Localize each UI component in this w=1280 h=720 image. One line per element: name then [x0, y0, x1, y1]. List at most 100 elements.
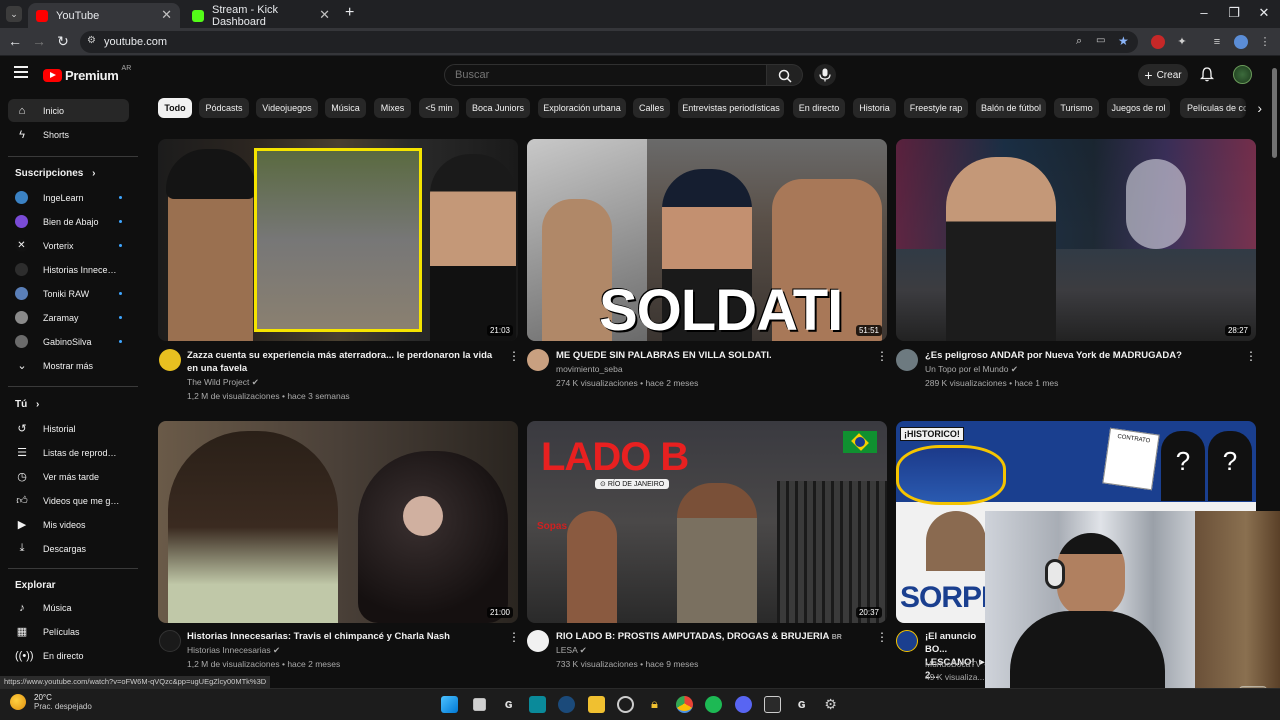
spotify-icon[interactable] [705, 696, 722, 713]
zoom-icon[interactable]: ⌕ [1076, 35, 1082, 48]
sidebar-item-movies[interactable]: ▦ Películas [8, 620, 129, 643]
settings-gear-icon[interactable]: ⚙ [822, 696, 839, 713]
search-input[interactable] [455, 69, 755, 81]
sidebar-item-subscription[interactable]: Zaramay [8, 306, 129, 329]
video-channel-name[interactable]: Un Topo por el Mundo ✔ [925, 362, 1018, 376]
browser-tab-kick[interactable]: Stream - Kick Dashboard ✕ [184, 3, 338, 28]
forward-icon[interactable]: → [30, 33, 48, 49]
subscriptions-heading[interactable]: Suscripciones › [15, 168, 95, 179]
chip-calles[interactable]: Calles [633, 98, 670, 118]
video-title[interactable]: Historias Innecesarias: Travis el chimpa… [187, 630, 497, 643]
reload-icon[interactable]: ↻ [54, 33, 72, 50]
search-box[interactable] [444, 64, 767, 86]
app-g2-icon[interactable]: ɢ [793, 696, 810, 713]
chip-under-5-min[interactable]: <5 min [419, 98, 459, 118]
video-channel-name[interactable]: movimiento_seba [556, 362, 623, 376]
channel-avatar[interactable] [896, 349, 918, 371]
chip-en-directo[interactable]: En directo [793, 98, 845, 118]
chip-turismo[interactable]: Turismo [1054, 98, 1099, 118]
epic-games-icon[interactable] [764, 696, 781, 713]
video-title[interactable]: RIO LADO B: PROSTIS AMPUTADAS, DROGAS & … [556, 630, 866, 644]
chip-freestyle-rap[interactable]: Freestyle rap [904, 98, 968, 118]
channel-avatar[interactable] [527, 349, 549, 371]
channel-avatar[interactable] [896, 630, 918, 652]
youtube-premium-logo[interactable]: Premium AR [43, 65, 131, 83]
minimize-icon[interactable]: – [1194, 5, 1214, 20]
channel-avatar[interactable] [159, 630, 181, 652]
hamburger-menu-icon[interactable] [14, 66, 28, 78]
file-explorer-icon[interactable] [588, 696, 605, 713]
extension-red-icon[interactable] [1151, 35, 1165, 49]
video-title[interactable]: ME QUEDE SIN PALABRAS EN VILLA SOLDATI. [556, 349, 866, 362]
sidebar-item-subscription[interactable]: GabinoSilva [8, 330, 129, 353]
chip-musica[interactable]: Música [325, 98, 366, 118]
steam-icon[interactable] [558, 696, 575, 713]
video-channel-name[interactable]: The Wild Project ✔ [187, 375, 259, 389]
sidebar-item-shorts[interactable]: ϟ Shorts [8, 123, 129, 146]
video-menu-icon[interactable]: ⋮ [876, 349, 888, 363]
chip-balon-de-futbol[interactable]: Balón de fútbol [976, 98, 1046, 118]
channel-avatar[interactable] [527, 630, 549, 652]
profile-avatar-icon[interactable] [1234, 35, 1248, 49]
video-title[interactable]: ¿Es peligroso ANDAR por Nueva York de MA… [925, 349, 1235, 362]
lock-app-icon[interactable]: 🔒︎ [646, 696, 663, 713]
sidebar-item-live[interactable]: ((•)) En directo [8, 644, 129, 667]
bookmark-star-icon[interactable]: ★ [1118, 34, 1129, 48]
sidebar-item-home[interactable]: ⌂ Inicio [8, 99, 129, 122]
reading-list-icon[interactable]: ≡ [1210, 35, 1224, 49]
chrome-icon[interactable] [676, 696, 693, 713]
scrollbar-thumb[interactable] [1272, 68, 1277, 158]
chip-peliculas[interactable]: Películas de co [1180, 98, 1246, 118]
sidebar-item-subscription[interactable]: IngeLearn [8, 186, 129, 209]
browser-menu-icon[interactable]: ⋮ [1258, 35, 1272, 49]
video-title[interactable]: Zazza cuenta su experiencia más aterrado… [187, 349, 497, 375]
app-teal-icon[interactable] [529, 696, 546, 713]
tab-search-button[interactable]: ⌄ [6, 6, 22, 22]
close-tab-icon[interactable]: ✕ [319, 7, 330, 23]
video-channel-name[interactable]: LESA ✔ [556, 643, 587, 657]
maximize-icon[interactable]: ❐ [1224, 5, 1244, 21]
video-thumbnail[interactable]: 21:03 [158, 139, 518, 341]
video-channel-name[interactable]: MundoBocaTV ✔ [925, 657, 991, 671]
chip-exploracion-urbana[interactable]: Exploración urbana [538, 98, 626, 118]
sidebar-item-my-videos[interactable]: ▶ Mis videos [8, 513, 129, 536]
chip-boca-juniors[interactable]: Boca Juniors [466, 98, 530, 118]
sidebar-item-music[interactable]: ♪ Música [8, 596, 129, 619]
sidebar-item-downloads[interactable]: ⤓ Descargas [8, 537, 129, 560]
notifications-bell-icon[interactable] [1199, 67, 1215, 85]
back-icon[interactable]: ← [6, 33, 24, 49]
sidebar-item-watch-later[interactable]: ◷ Ver más tarde [8, 465, 129, 488]
discord-icon[interactable] [735, 696, 752, 713]
browser-tab-youtube[interactable]: YouTube ✕ [28, 3, 180, 28]
video-thumbnail[interactable]: LADO B ⊙ RÍO DE JANEIRO Sopas & Caldos 2… [527, 421, 887, 623]
task-view-icon[interactable] [473, 698, 486, 711]
user-avatar[interactable] [1233, 65, 1252, 84]
channel-avatar[interactable] [159, 349, 181, 371]
app-g-icon[interactable]: ɢ [500, 696, 517, 713]
app-circle-icon[interactable] [617, 696, 634, 713]
address-bar[interactable]: ⚙ youtube.com ⌕ ▭ ★ [80, 31, 1138, 53]
you-heading[interactable]: Tú › [15, 399, 39, 410]
show-more-button[interactable]: ⌄ Mostrar más [8, 354, 129, 377]
search-button[interactable] [767, 64, 803, 86]
close-tab-icon[interactable]: ✕ [161, 7, 172, 23]
video-thumbnail[interactable]: 28:27 [896, 139, 1256, 341]
sidebar-item-subscription[interactable]: Bien de Abajo [8, 210, 129, 233]
extensions-puzzle-icon[interactable]: ✦ [1175, 35, 1189, 49]
sidebar-item-subscription[interactable]: Historias Innecesa... [8, 258, 129, 281]
chips-next-icon[interactable]: › [1240, 96, 1268, 120]
sidebar-item-liked[interactable]: 👍︎ Videos que me gus... [8, 489, 129, 512]
site-info-icon[interactable]: ⚙ [87, 35, 96, 46]
sidebar-item-history[interactable]: ↺ Historial [8, 417, 129, 440]
chip-videojuegos[interactable]: Videojuegos [256, 98, 318, 118]
video-menu-icon[interactable]: ⋮ [508, 630, 520, 644]
cast-icon[interactable]: ▭ [1096, 35, 1105, 46]
video-channel-name[interactable]: Historias Innecesarias ✔ [187, 643, 280, 657]
sidebar-item-subscription[interactable]: Toniki RAW [8, 282, 129, 305]
start-windows-icon[interactable] [441, 696, 458, 713]
video-thumbnail[interactable]: 21:00 [158, 421, 518, 623]
chip-juegos-de-rol[interactable]: Juegos de rol [1107, 98, 1170, 118]
chip-historia[interactable]: Historia [853, 98, 896, 118]
new-tab-button[interactable]: + [345, 4, 354, 22]
sidebar-item-playlists[interactable]: ☰ Listas de reproduc... [8, 441, 129, 464]
